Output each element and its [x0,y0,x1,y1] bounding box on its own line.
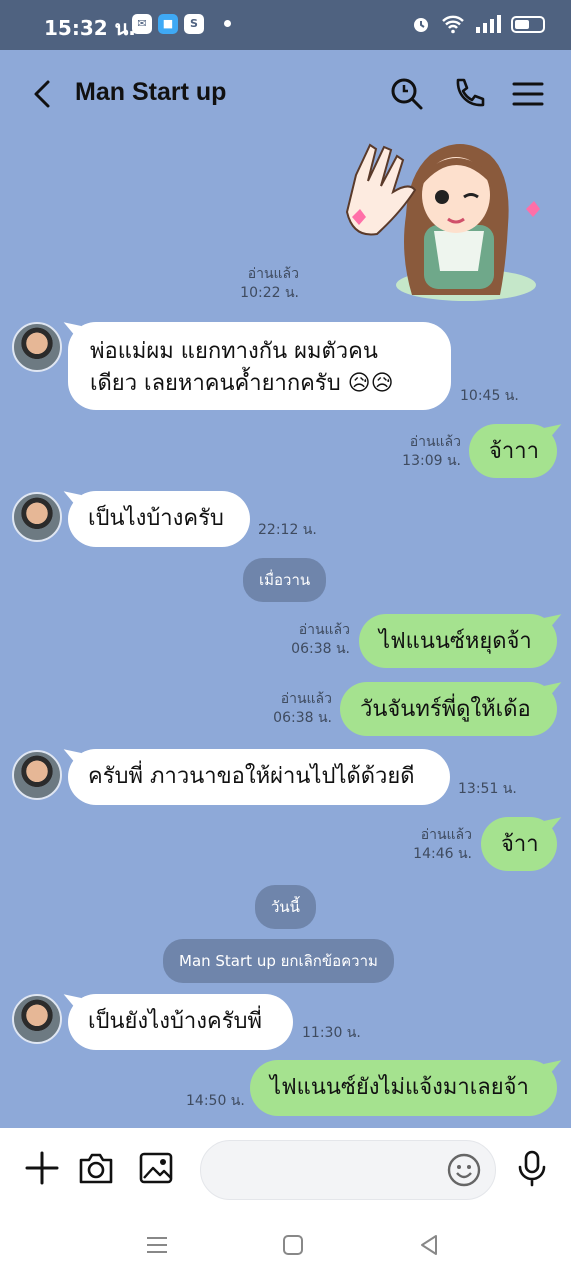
contact-avatar[interactable] [12,492,62,542]
message-meta: อ่านแล้ว 06:38 น. [258,690,332,728]
message-time: 13:51 น. [458,781,517,797]
wifi-icon [442,15,464,34]
signal-icon [476,15,501,33]
plus-icon[interactable] [22,1148,62,1188]
message-time: 06:38 น. [291,641,350,657]
contact-avatar[interactable] [12,322,62,372]
app-icon: ■ [158,14,178,34]
message-meta: อ่านแล้ว 06:38 น. [276,621,350,659]
recent-apps-icon[interactable] [142,1230,172,1260]
alarm-icon [414,18,428,32]
outgoing-message-bubble[interactable]: ไฟแนนซ์หยุดจ้า [359,614,557,668]
phone-icon[interactable] [448,74,488,114]
read-status: อ่านแล้ว [280,691,332,707]
date-separator: วันนี้ [255,885,316,929]
outgoing-message-bubble[interactable]: จ้าา [481,817,557,871]
message-time: 13:09 น. [402,453,461,469]
read-status: อ่านแล้ว [409,434,461,450]
message-meta: อ่านแล้ว 13:09 น. [385,433,461,471]
camera-icon[interactable] [76,1148,116,1188]
read-status: อ่านแล้ว [298,622,350,638]
outgoing-message-bubble[interactable]: วันจันทร์พี่ดูให้เด้อ [340,682,557,736]
notification-dot-icon [224,20,231,27]
message-text: จ้าา [501,832,539,857]
contact-avatar[interactable] [12,750,62,800]
message-meta: อ่านแล้ว 10:22 น. [225,265,299,303]
menu-icon[interactable] [508,74,548,114]
read-status: อ่านแล้ว [420,827,472,843]
sticker-image[interactable] [338,135,540,303]
status-bar: 15:32 น. ✉ ■ S [0,0,571,50]
outgoing-message-bubble[interactable]: ไฟแนนซ์ยังไม่แจ้งมาเลยจ้า [250,1060,557,1116]
message-text-line: พ่อแม่ผม แยกทางกัน ผมตัวคน [90,339,378,364]
message-text: ไฟแนนซ์หยุดจ้า [379,629,532,654]
message-text: เป็นไงบ้างครับ [88,506,224,531]
incoming-message-bubble[interactable]: เป็นยังไงบ้างครับพี่ [68,994,293,1050]
message-time: 22:12 น. [258,522,317,538]
message-time: 14:46 น. [413,846,472,862]
back-nav-icon[interactable] [414,1230,444,1260]
message-meta: อ่านแล้ว 14:46 น. [398,826,472,864]
message-text-line: เดียว เลยหาคนค้ำยากครับ 😥😥 [90,371,394,396]
messenger-icon: ✉ [132,14,152,34]
back-arrow-icon[interactable] [24,74,64,114]
message-text: ไฟแนนซ์ยังไม่แจ้งมาเลยจ้า [270,1075,529,1100]
message-time: 10:22 น. [240,285,299,301]
message-time: 10:45 น. [460,388,519,404]
incoming-message-bubble[interactable]: พ่อแม่ผม แยกทางกัน ผมตัวคน เดียว เลยหาคน… [68,322,451,410]
contact-avatar[interactable] [12,994,62,1044]
read-status: อ่านแล้ว [247,266,299,282]
system-navigation-bar [0,1212,571,1280]
status-time: 15:32 น. [44,16,136,40]
message-text: เป็นยังไงบ้างครับพี่ [88,1009,263,1034]
message-text: จ้าาา [489,439,539,464]
date-separator: เมื่อวาน [243,558,327,602]
battery-icon [511,15,545,33]
message-time: 11:30 น. [302,1025,361,1041]
chat-header: Man Start up [0,50,571,140]
emoji-icon[interactable] [446,1152,482,1188]
incoming-message-bubble[interactable]: เป็นไงบ้างครับ [68,491,250,547]
search-icon[interactable] [387,74,427,114]
image-icon[interactable] [136,1148,176,1188]
home-icon[interactable] [278,1230,308,1260]
message-time: 06:38 น. [273,710,332,726]
message-text: วันจันทร์พี่ดูให้เด้อ [360,697,531,722]
chat-area[interactable]: อ่านแล้ว 10:22 น. พ่อแม่ผม แยกทางกัน ผมต… [0,130,571,1128]
message-input-bar [0,1128,571,1212]
system-message: Man Start up ยกเลิกข้อความ [163,939,394,983]
incoming-message-bubble[interactable]: ครับพี่ ภาวนาขอให้ผ่านไปได้ด้วยดี [68,749,450,805]
microphone-icon[interactable] [512,1148,552,1188]
message-time: 14:50 น. [186,1093,245,1109]
chat-title: Man Start up [75,78,227,106]
shopee-icon: S [184,14,204,34]
outgoing-message-bubble[interactable]: จ้าาา [469,424,557,478]
message-text: ครับพี่ ภาวนาขอให้ผ่านไปได้ด้วยดี [88,764,415,789]
